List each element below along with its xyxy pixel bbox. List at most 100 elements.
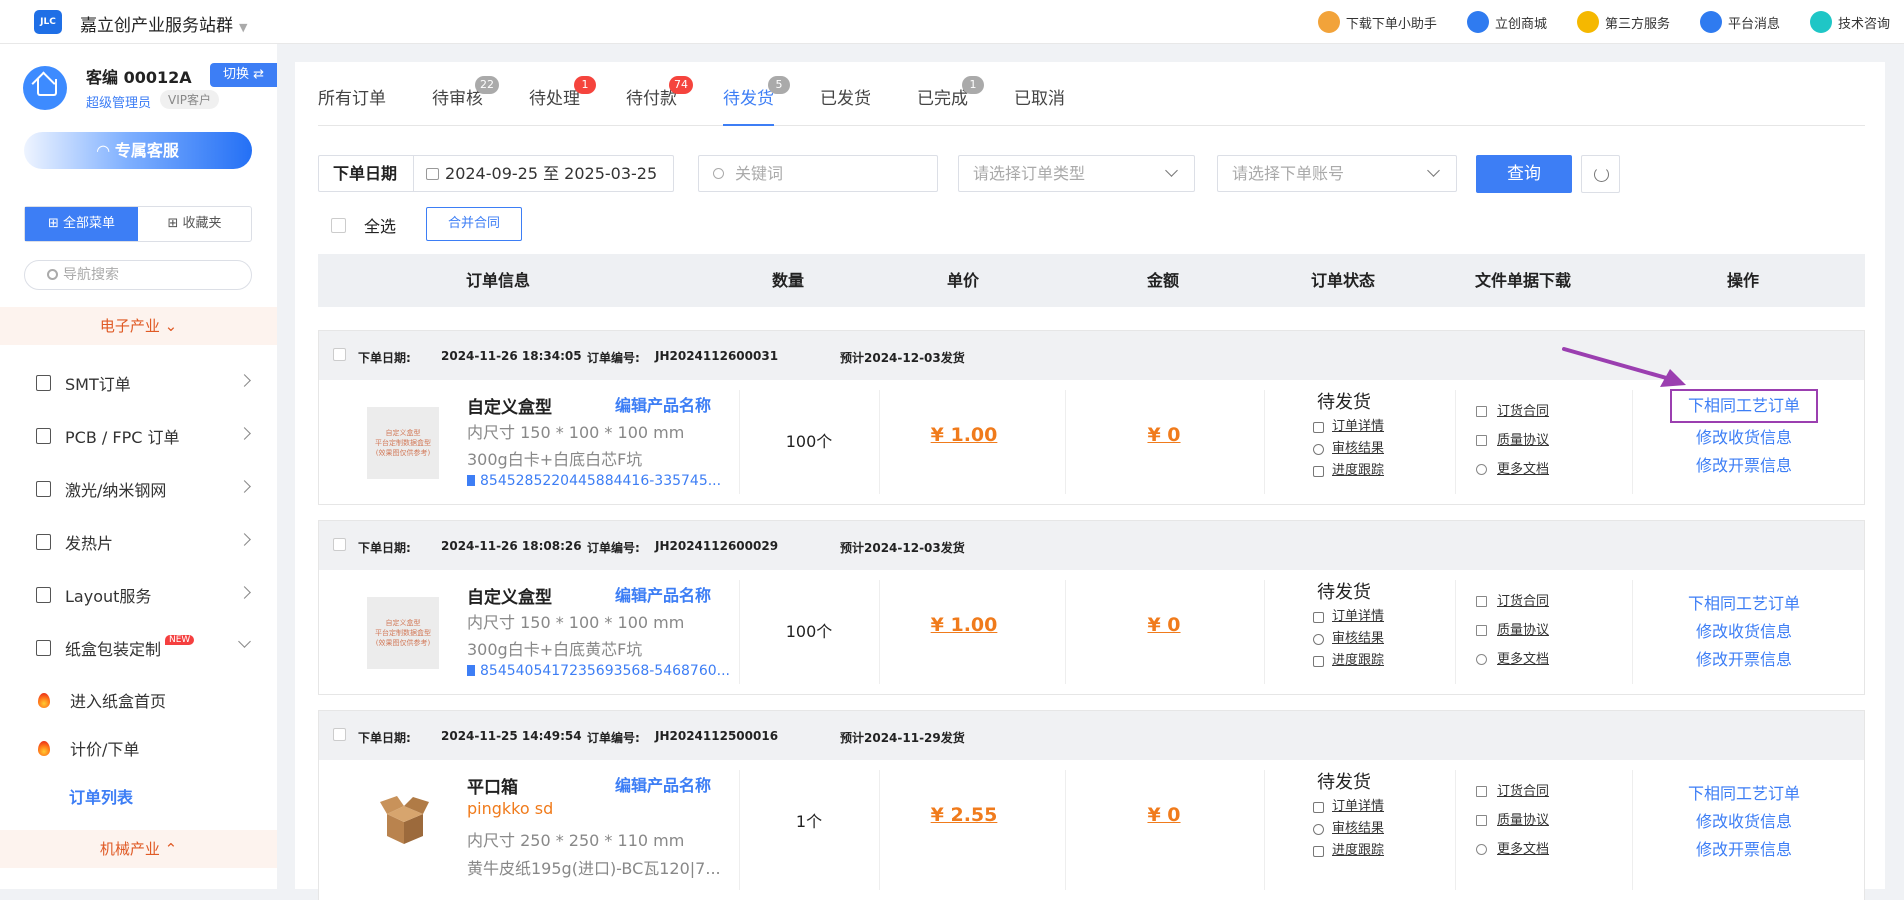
category-machinery[interactable]: 机械产业 ⌃ [0, 830, 277, 868]
search-placeholder: 导航搜索 [63, 267, 119, 283]
product-thumbnail[interactable]: 自定义盒型 平台定制数据盒型 (效果图仅供参考) [367, 407, 439, 479]
box-icon [36, 640, 51, 656]
progress-tracking-link[interactable]: 进度跟踪 [1313, 460, 1384, 482]
sidebar-item-layout[interactable]: Layout服务 [0, 570, 277, 620]
edit-shipping-info-button[interactable]: 修改收货信息 [1634, 424, 1854, 452]
count-badge: 1 [962, 76, 984, 94]
query-button[interactable]: 查询 [1476, 155, 1572, 193]
nav-search-input[interactable]: 导航搜索 [24, 260, 252, 290]
cardboard-box-image[interactable] [377, 792, 431, 846]
progress-tracking-link[interactable]: 进度跟踪 [1313, 650, 1384, 672]
edit-invoice-info-button[interactable]: 修改开票信息 [1634, 452, 1854, 480]
customer-service-button[interactable]: ◠ 专属客服 [24, 132, 252, 169]
order-detail-link[interactable]: 订单详情 [1313, 796, 1384, 818]
contract-download-link[interactable]: 订货合同 [1476, 777, 1549, 806]
progress-tracking-link[interactable]: 进度跟踪 [1313, 840, 1384, 862]
tab-favorites[interactable]: ⊞ 收藏夹 [138, 207, 251, 241]
more-docs-link[interactable]: 更多文档 [1476, 455, 1549, 484]
date-range-picker[interactable]: 下单日期 2024-09-25 至 2025-03-25 [318, 155, 674, 192]
contract-download-link[interactable]: 订货合同 [1476, 587, 1549, 616]
tab-pending-process[interactable]: 待处理 1 [529, 62, 596, 126]
tab-pending-shipment[interactable]: 待发货 5 [723, 62, 790, 126]
more-docs-link[interactable]: 更多文档 [1476, 645, 1549, 674]
edit-invoice-info-button[interactable]: 修改开票信息 [1634, 646, 1854, 674]
order-detail-link[interactable]: 订单详情 [1313, 606, 1384, 628]
hourglass-icon [1313, 465, 1324, 477]
order-checkbox[interactable] [333, 728, 346, 741]
order-card: 下单日期: 2024-11-26 18:08:26 订单编号: JH202411… [318, 520, 1865, 695]
messages-link[interactable]: 平台消息 [1699, 11, 1780, 33]
tab-shipped[interactable]: 已发货 [820, 62, 871, 126]
unit-price[interactable]: ¥ 1.00 [879, 614, 1049, 636]
sidebar-item-box-packaging[interactable]: 纸盒包装定制 NEW [0, 623, 277, 673]
sidebar-subitem-quote[interactable]: 计价/下单 [0, 728, 277, 768]
quality-agreement-link[interactable]: 质量协议 [1476, 806, 1549, 835]
file-icon [467, 475, 475, 486]
refresh-button[interactable] [1581, 155, 1620, 193]
order-amount[interactable]: ¥ 0 [1079, 614, 1249, 636]
account-select[interactable]: 请选择下单账号 [1217, 155, 1457, 192]
edit-invoice-info-button[interactable]: 修改开票信息 [1634, 836, 1854, 864]
order-date-label: 下单日期: [358, 351, 411, 365]
tab-pending-review[interactable]: 待审核 22 [432, 62, 499, 126]
select-all[interactable]: 全选 [331, 213, 396, 237]
edit-shipping-info-button[interactable]: 修改收货信息 [1634, 808, 1854, 836]
stencil-icon [36, 481, 51, 497]
tab-all-orders[interactable]: 所有订单 [318, 62, 386, 126]
sidebar-subitem-box-home[interactable]: 进入纸盒首页 [0, 680, 277, 720]
design-file-link[interactable]: 8545405417235693568-5468760... [467, 663, 730, 679]
order-status: 待发货 [1317, 582, 1371, 603]
keyword-input[interactable]: 关键词 [698, 155, 938, 192]
col-order-info: 订单信息 [465, 271, 530, 290]
site-switcher[interactable]: 嘉立创产业服务站群 ▼ [80, 11, 247, 36]
quality-agreement-link[interactable]: 质量协议 [1476, 616, 1549, 645]
tab-completed[interactable]: 已完成 1 [917, 62, 984, 126]
more-docs-link[interactable]: 更多文档 [1476, 835, 1549, 864]
order-detail-link[interactable]: 订单详情 [1313, 416, 1384, 438]
reorder-same-process-button[interactable]: 下相同工艺订单 [1634, 780, 1854, 808]
order-type-select[interactable]: 请选择订单类型 [958, 155, 1195, 192]
tab-label: 待审核 [432, 89, 483, 109]
sidebar-item-heater[interactable]: 发热片 [0, 517, 277, 567]
select-all-checkbox[interactable] [331, 217, 346, 233]
edit-product-name-link[interactable]: 编辑产品名称 [615, 772, 711, 796]
design-file-link[interactable]: 8545285220445884416-335745... [467, 473, 721, 489]
unit-price[interactable]: ¥ 2.55 [879, 804, 1049, 826]
edit-shipping-info-button[interactable]: 修改收货信息 [1634, 618, 1854, 646]
chevron-down-icon: ▼ [239, 21, 248, 34]
edit-product-name-link[interactable]: 编辑产品名称 [615, 582, 711, 606]
reorder-same-process-button[interactable]: 下相同工艺订单 [1669, 389, 1818, 423]
avatar[interactable] [23, 66, 67, 110]
sidebar-item-stencil[interactable]: 激光/纳米钢网 [0, 464, 277, 514]
review-result-link[interactable]: 审核结果 [1313, 818, 1384, 840]
tab-all-menu[interactable]: ⊞ 全部菜单 [25, 207, 138, 241]
divider [1455, 580, 1456, 684]
review-result-link[interactable]: 审核结果 [1313, 628, 1384, 650]
download-assistant-link[interactable]: 下载下单小助手 [1317, 11, 1437, 33]
review-result-link[interactable]: 审核结果 [1313, 438, 1384, 460]
order-amount[interactable]: ¥ 0 [1079, 804, 1249, 826]
third-party-link[interactable]: 第三方服务 [1576, 11, 1670, 33]
order-checkbox[interactable] [333, 538, 346, 551]
merge-contract-button[interactable]: 合并合同 [426, 207, 522, 241]
divider [739, 580, 740, 684]
order-amount[interactable]: ¥ 0 [1079, 424, 1249, 446]
order-checkbox[interactable] [333, 348, 346, 361]
unit-price[interactable]: ¥ 1.00 [879, 424, 1049, 446]
contract-download-link[interactable]: 订货合同 [1476, 397, 1549, 426]
sidebar-subitem-order-list[interactable]: 订单列表 [0, 776, 277, 816]
product-thumbnail[interactable]: 自定义盒型 平台定制数据盒型 (效果图仅供参考) [367, 597, 439, 669]
sidebar-item-smt[interactable]: SMT订单 [0, 358, 277, 408]
reorder-same-process-button[interactable]: 下相同工艺订单 [1634, 590, 1854, 618]
category-electronics[interactable]: 电子产业 ⌄ [0, 307, 277, 345]
switch-account-button[interactable]: 切换 ⇄ [210, 63, 277, 87]
tech-consult-link[interactable]: 技术咨询 [1809, 11, 1890, 33]
new-badge: NEW [165, 635, 195, 645]
jlc-logo-icon[interactable]: JLC [34, 10, 62, 34]
mall-link[interactable]: 立创商城 [1466, 11, 1547, 33]
tab-pending-payment[interactable]: 待付款 74 [626, 62, 693, 126]
sidebar-item-pcb[interactable]: PCB / FPC 订单 [0, 411, 277, 461]
edit-product-name-link[interactable]: 编辑产品名称 [615, 392, 711, 416]
quality-agreement-link[interactable]: 质量协议 [1476, 426, 1549, 455]
tab-cancelled[interactable]: 已取消 [1014, 62, 1065, 126]
